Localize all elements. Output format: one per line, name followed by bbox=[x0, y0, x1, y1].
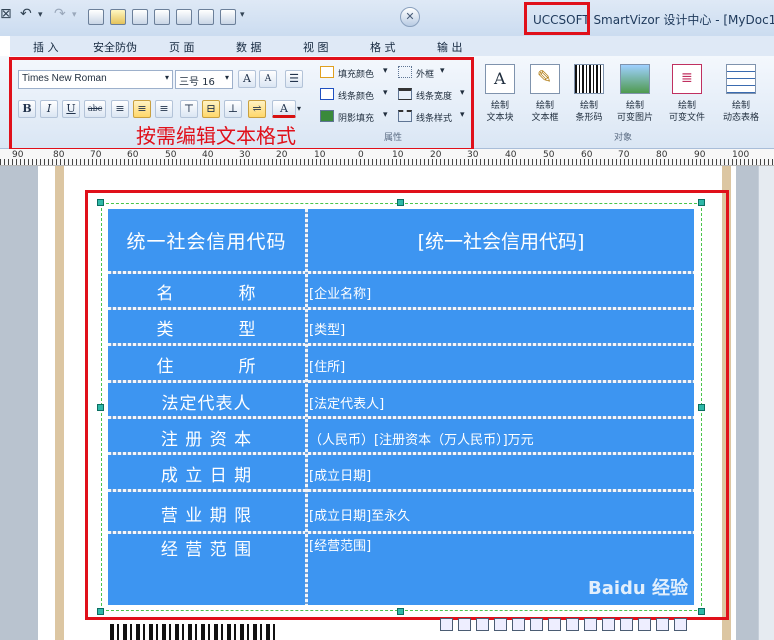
ruler-label: 50 bbox=[165, 150, 177, 160]
barcode-icon[interactable] bbox=[574, 64, 604, 94]
ruler-label: 30 bbox=[467, 150, 479, 160]
draw-dynamic-table-button[interactable]: 绘制 动态表格 bbox=[717, 100, 765, 124]
print-preview-icon[interactable] bbox=[198, 9, 214, 25]
text-box-icon[interactable]: ✎ bbox=[530, 64, 560, 94]
tool-icon[interactable] bbox=[440, 618, 453, 631]
tool-icon[interactable] bbox=[458, 618, 471, 631]
tab-security[interactable]: 安全防伪 bbox=[93, 39, 137, 55]
ruler-label: 80 bbox=[53, 150, 65, 160]
table-icon[interactable] bbox=[726, 64, 756, 94]
ruler-label: 40 bbox=[202, 150, 214, 160]
tool-icon[interactable] bbox=[584, 618, 597, 631]
tool-icon[interactable] bbox=[638, 618, 651, 631]
print-icon[interactable] bbox=[220, 9, 236, 25]
open-icon[interactable] bbox=[110, 9, 126, 25]
ruler-label: 70 bbox=[90, 150, 102, 160]
table-highlight-box bbox=[85, 190, 729, 620]
tool-icon[interactable] bbox=[656, 618, 669, 631]
draw-text-box-button[interactable]: 绘制 文本框 bbox=[521, 100, 569, 124]
tool-icon[interactable] bbox=[674, 618, 687, 631]
app-logo-icon[interactable]: ⊠ bbox=[0, 6, 12, 22]
copy-icon[interactable] bbox=[154, 9, 170, 25]
new-document-icon[interactable] bbox=[88, 9, 104, 25]
draw-sublabel: 条形码 bbox=[575, 113, 603, 123]
tool-icon[interactable] bbox=[512, 618, 525, 631]
undo-dropdown-icon[interactable]: ▾ bbox=[38, 10, 43, 20]
cut-icon[interactable] bbox=[132, 9, 148, 25]
tab-format[interactable]: 格 式 bbox=[370, 39, 396, 55]
ruler-label: 70 bbox=[618, 150, 630, 160]
tab-data[interactable]: 数 据 bbox=[236, 39, 262, 55]
draw-label: 绘制 bbox=[579, 101, 598, 111]
tool-icon[interactable] bbox=[476, 618, 489, 631]
menu-tab-bar: 插 入 安全防伪 页 面 数 据 视 图 格 式 输 出 bbox=[0, 36, 774, 56]
annotation-text: 按需编辑文本格式 bbox=[136, 124, 296, 148]
draw-barcode-button[interactable]: 绘制 条形码 bbox=[565, 100, 613, 124]
title-bar: ⊠ ↶ ▾ ↷ ▾ ▾ ✕ UCCSOFT SmartVizor 设计中心 - … bbox=[0, 0, 774, 37]
title-highlight-box bbox=[524, 2, 590, 35]
undo-icon[interactable]: ↶ bbox=[20, 6, 32, 22]
redo-dropdown-icon[interactable]: ▾ bbox=[72, 10, 77, 20]
ruler-label: 40 bbox=[505, 150, 517, 160]
app-menu-button[interactable] bbox=[0, 36, 10, 56]
draw-label: 绘制 bbox=[535, 101, 554, 111]
ruler-label: 60 bbox=[581, 150, 593, 160]
horizontal-ruler: 90 80 70 60 50 40 30 20 10 0 10 20 30 40… bbox=[0, 149, 774, 166]
tool-icon[interactable] bbox=[620, 618, 633, 631]
draw-text-block-button[interactable]: 绘制 文本块 bbox=[476, 100, 524, 124]
ruler-label: 30 bbox=[239, 150, 251, 160]
tab-page[interactable]: 页 面 bbox=[169, 39, 195, 55]
tool-icon[interactable] bbox=[494, 618, 507, 631]
ruler-label: 60 bbox=[127, 150, 139, 160]
draw-sublabel: 可变图片 bbox=[616, 113, 653, 123]
bottom-toolbar bbox=[440, 616, 700, 634]
text-block-icon[interactable]: A bbox=[485, 64, 515, 94]
redo-icon[interactable]: ↷ bbox=[54, 6, 66, 22]
ruler-label: 20 bbox=[430, 150, 442, 160]
qr-code-preview bbox=[110, 624, 276, 640]
file-icon[interactable]: ≣ bbox=[672, 64, 702, 94]
picture-icon[interactable] bbox=[620, 64, 650, 94]
tool-icon[interactable] bbox=[548, 618, 561, 631]
ruler-label: 100 bbox=[732, 150, 750, 160]
ruler-label: 90 bbox=[12, 150, 24, 160]
tab-view[interactable]: 视 图 bbox=[303, 39, 329, 55]
draw-label: 绘制 bbox=[677, 101, 696, 111]
ruler-label: 50 bbox=[543, 150, 555, 160]
tool-icon[interactable] bbox=[566, 618, 579, 631]
draw-sublabel: 动态表格 bbox=[722, 113, 759, 123]
draw-label: 绘制 bbox=[490, 101, 509, 111]
tab-insert[interactable]: 插 入 bbox=[33, 39, 59, 55]
draw-label: 绘制 bbox=[731, 101, 750, 111]
watermark-text: Baidu 经验 bbox=[588, 578, 689, 599]
draw-sublabel: 文本框 bbox=[531, 113, 559, 123]
group-objects-label: 对象 bbox=[614, 133, 633, 143]
draw-variable-file-button[interactable]: 绘制 可变文件 bbox=[663, 100, 711, 124]
close-document-icon[interactable]: ✕ bbox=[400, 7, 420, 27]
vertical-scrollbar[interactable] bbox=[758, 166, 774, 640]
tool-icon[interactable] bbox=[602, 618, 615, 631]
draw-label: 绘制 bbox=[625, 101, 644, 111]
ruler-label: 20 bbox=[276, 150, 288, 160]
draw-variable-picture-button[interactable]: 绘制 可变图片 bbox=[611, 100, 659, 124]
ruler-label: 90 bbox=[694, 150, 706, 160]
tab-output[interactable]: 输 出 bbox=[437, 39, 463, 55]
ruler-label: 10 bbox=[392, 150, 404, 160]
tool-icon[interactable] bbox=[530, 618, 543, 631]
ruler-label: 0 bbox=[358, 150, 364, 160]
ruler-label: 10 bbox=[314, 150, 326, 160]
paste-icon[interactable] bbox=[176, 9, 192, 25]
quick-access-dropdown-icon[interactable]: ▾ bbox=[240, 10, 245, 20]
frame-edge-left bbox=[55, 166, 64, 640]
ruler-label: 80 bbox=[656, 150, 668, 160]
draw-sublabel: 可变文件 bbox=[668, 113, 705, 123]
draw-sublabel: 文本块 bbox=[486, 113, 514, 123]
